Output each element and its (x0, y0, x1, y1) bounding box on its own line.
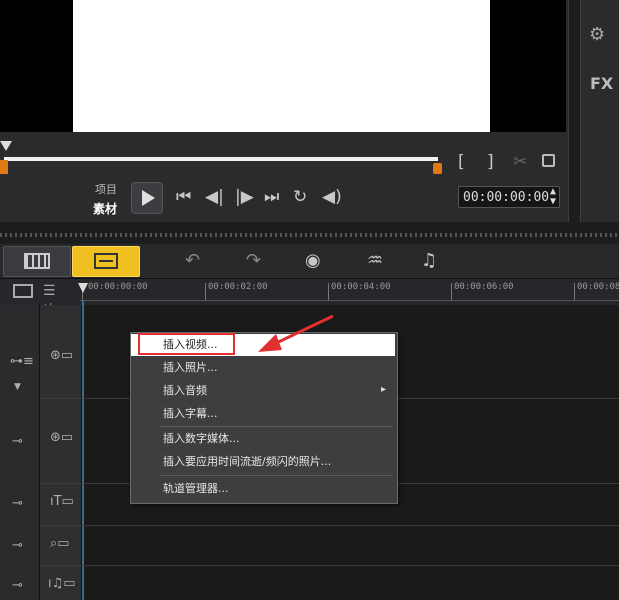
voice-track-icon: ⌕▭ (50, 536, 70, 551)
fx-filter-button[interactable]: FX (590, 74, 613, 93)
list-view-icon[interactable]: ☰ (43, 283, 56, 299)
track-divider (40, 525, 619, 526)
menu-item-track-manager[interactable]: 轨道管理器... (163, 482, 229, 495)
overlay-track-icon: ⊛▭ (50, 430, 74, 445)
music-track-icon: ı♫▭ (48, 576, 76, 591)
clip-mode-label[interactable]: 素材 (93, 200, 117, 217)
auto-music-icon[interactable]: ♫ (421, 250, 437, 271)
ruler-tick (205, 283, 206, 301)
timeline-view-button[interactable] (72, 246, 140, 277)
highlight-annotation-box (138, 333, 235, 355)
lock-icon[interactable]: ⊸ (12, 538, 23, 553)
record-capture-icon[interactable]: ◉ (305, 250, 321, 271)
submenu-arrow-icon: ▸ (381, 384, 387, 395)
playhead-line (82, 300, 84, 600)
dropdown-arrow-icon[interactable]: ▼ (14, 382, 21, 392)
ruler-tick (451, 283, 452, 301)
play-icon (142, 190, 155, 206)
ruler-label: 00:00:06:00 (454, 282, 514, 292)
repeat-icon[interactable]: ↻ (293, 189, 307, 206)
ruler-label: 00:00:08 (577, 282, 619, 292)
timeline-playhead-icon[interactable] (78, 283, 88, 293)
ruler-label: 00:00:00:00 (88, 282, 148, 292)
menu-item-insert-subtitle[interactable]: 插入字幕... (163, 407, 218, 420)
lock-icon[interactable]: ⊸ (12, 496, 23, 511)
project-mode-label[interactable]: 项目 (95, 181, 117, 197)
ruler-label: 00:00:02:00 (208, 282, 268, 292)
play-button[interactable] (131, 182, 163, 214)
video-track-icon: ⊛▭ (50, 348, 74, 363)
undo-icon[interactable]: ↶ (185, 250, 200, 271)
lock-icon[interactable]: ⊸ (12, 578, 23, 593)
previous-frame-icon[interactable]: ◀| (205, 189, 224, 206)
gear-icon[interactable]: ⚙ (589, 24, 605, 45)
volume-icon[interactable]: ◀) (322, 189, 342, 206)
ruler-label: 00:00:04:00 (331, 282, 391, 292)
ruler-tick (328, 283, 329, 301)
trim-end-marker[interactable] (433, 163, 442, 174)
ruler-tick (574, 283, 575, 301)
menu-item-insert-timelapse-photos[interactable]: 插入要应用时间流逝/频闪的照片... (163, 455, 331, 468)
timecode-value: 00:00:00:00 (463, 190, 550, 205)
storyboard-view-button[interactable] (3, 246, 71, 277)
snapshot-icon[interactable] (542, 154, 555, 167)
menu-separator (160, 475, 393, 476)
scrubber-playhead-icon[interactable] (0, 141, 12, 151)
panel-splitter[interactable] (0, 233, 619, 237)
title-track-icon: ıT▭ (50, 494, 74, 509)
timeline-icon (94, 253, 118, 269)
mark-out-button[interactable]: ] (487, 154, 494, 171)
timecode-display[interactable]: 00:00:00:00 ▲ ▼ (458, 186, 560, 208)
next-frame-icon[interactable]: |▶ (235, 189, 254, 206)
cut-icon[interactable]: ✂ (513, 154, 527, 171)
menu-item-insert-digital-media[interactable]: 插入数字媒体... (163, 432, 240, 445)
trim-start-marker[interactable] (0, 160, 8, 174)
filmstrip-icon (24, 253, 50, 269)
scrubber-bar[interactable] (4, 157, 438, 161)
menu-item-insert-photo[interactable]: 插入照片... (163, 361, 218, 374)
menu-separator (160, 426, 393, 427)
track-divider (40, 565, 619, 566)
end-icon[interactable]: ⏭ (264, 189, 279, 206)
sound-mixer-icon[interactable]: ♒ (367, 250, 383, 271)
track-manager-icon[interactable] (13, 284, 33, 298)
home-icon[interactable]: ⏮ (176, 189, 191, 206)
timecode-stepper-icon[interactable]: ▲ ▼ (550, 187, 556, 207)
lock-icon[interactable]: ⊸ (12, 434, 23, 449)
video-editor-window: [ ] ✂ 项目 素材 ⏮ ◀| |▶ ⏭ ↻ ◀) 00:00:00:00 ▲ ▼… (0, 0, 619, 600)
ruler-baseline (80, 300, 619, 301)
menu-item-insert-audio[interactable]: 插入音频 (163, 384, 207, 397)
preview-frame-white (73, 0, 490, 132)
redo-icon[interactable]: ↷ (246, 250, 261, 271)
ripple-edit-icon[interactable]: ⊶≡ (10, 354, 34, 369)
track-lock-column (0, 305, 40, 600)
mark-in-button[interactable]: [ (458, 154, 465, 171)
